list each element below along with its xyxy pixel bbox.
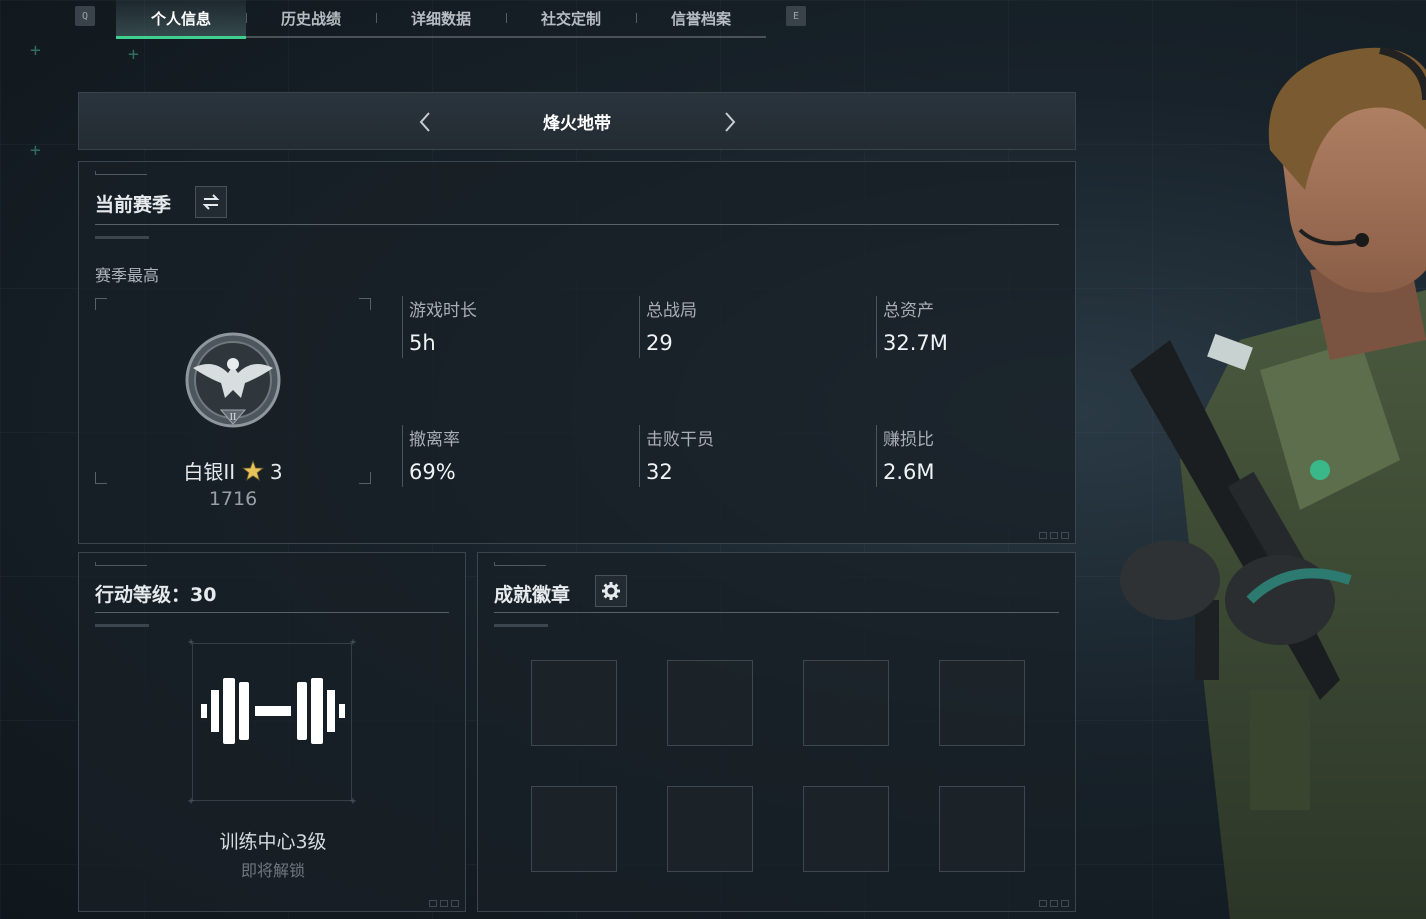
tab-detailed-data[interactable]: 详细数据 (376, 0, 506, 36)
top-tab-bar: 个人信息 历史战绩 详细数据 社交定制 信誉档案 (116, 0, 766, 39)
badge-slot[interactable] (803, 660, 889, 746)
mode-selector: 烽火地带 (78, 92, 1076, 150)
header-divider (494, 612, 1059, 613)
badge-slot[interactable] (803, 786, 889, 872)
key-hint-e[interactable]: E (786, 6, 806, 26)
stat-play-time: 游戏时长 5h (402, 296, 477, 358)
stat-value: 5h (409, 331, 436, 355)
eagle-emblem-icon: II (185, 332, 281, 428)
panel-tag (95, 562, 147, 570)
header-sub-mark (95, 236, 149, 239)
plus-marker-icon: + (128, 44, 139, 65)
rank-name-row: 白银II 3 (95, 456, 371, 485)
operator-character-image (1120, 46, 1426, 919)
plus-marker-icon: + (30, 140, 41, 161)
badge-slot[interactable] (667, 786, 753, 872)
tab-match-history[interactable]: 历史战绩 (246, 0, 376, 36)
stat-value: 32.7M (883, 331, 948, 355)
rank-score: 1716 (208, 488, 258, 510)
stat-total-matches: 总战局 29 (639, 296, 697, 358)
panel-tag (95, 171, 147, 179)
stat-label: 游戏时长 (409, 301, 477, 321)
plus-marker-icon: + (30, 40, 41, 61)
badge-slot[interactable] (667, 660, 753, 746)
stat-value: 32 (646, 460, 673, 484)
star-icon (241, 459, 264, 481)
badge-slot[interactable] (939, 660, 1025, 746)
rank-name: 白银II (183, 460, 236, 484)
header-divider (95, 224, 1059, 225)
header-sub-mark (95, 624, 149, 627)
corner-dots (429, 900, 459, 907)
badge-slot[interactable] (531, 786, 617, 872)
season-best-label: 赛季最高 (95, 266, 160, 285)
badge-slot[interactable] (531, 660, 617, 746)
rank-stars: 3 (269, 460, 283, 484)
swap-icon[interactable] (195, 186, 227, 218)
action-level-panel: 行动等级：30 + + + + 训练中心3级 即将解锁 (78, 552, 466, 912)
unlock-icon-frame: + + + + (188, 637, 356, 807)
action-level-title: 行动等级：30 (95, 584, 217, 606)
unlock-name: 训练中心3级 (219, 831, 327, 853)
stat-label: 总资产 (883, 301, 934, 321)
tab-credit-record[interactable]: 信誉档案 (636, 0, 766, 36)
corner-dots (1039, 900, 1069, 907)
stat-value: 29 (646, 331, 673, 355)
key-hint-q[interactable]: Q (75, 6, 95, 26)
stat-label: 撤离率 (409, 430, 460, 450)
header-divider (95, 612, 449, 613)
season-title: 当前赛季 (95, 194, 172, 216)
stat-extraction-rate: 撤离率 69% (402, 425, 460, 487)
achievements-panel: 成就徽章 (477, 552, 1076, 912)
stat-label: 总战局 (646, 301, 697, 321)
season-panel: 当前赛季 赛季最高 II 白银II 3 1716 游戏时长 5h 总战局 29 (78, 161, 1076, 544)
stat-label: 击败干员 (646, 430, 714, 450)
tab-personal-info[interactable]: 个人信息 (116, 0, 246, 39)
corner-dots (1039, 532, 1069, 539)
mode-title: 烽火地带 (543, 113, 611, 134)
panel-tag (494, 562, 546, 570)
tab-social-custom[interactable]: 社交定制 (506, 0, 636, 36)
badge-slot[interactable] (939, 786, 1025, 872)
achievements-title: 成就徽章 (494, 584, 571, 606)
header-sub-mark (494, 624, 548, 627)
stat-label: 赚损比 (883, 430, 934, 450)
stat-profit-loss-ratio: 赚损比 2.6M (876, 425, 935, 487)
unlock-status: 即将解锁 (240, 861, 305, 880)
stat-total-assets: 总资产 32.7M (876, 296, 948, 358)
svg-text:II: II (230, 412, 237, 423)
chevron-right-icon[interactable] (717, 107, 743, 137)
stat-value: 69% (409, 460, 456, 484)
gear-icon[interactable] (595, 575, 627, 607)
rank-card: II 白银II 3 1716 (95, 298, 371, 510)
chevron-left-icon[interactable] (412, 107, 438, 137)
dumbbell-icon (201, 678, 345, 744)
stat-operators-defeated: 击败干员 32 (639, 425, 714, 487)
stat-value: 2.6M (883, 460, 935, 484)
